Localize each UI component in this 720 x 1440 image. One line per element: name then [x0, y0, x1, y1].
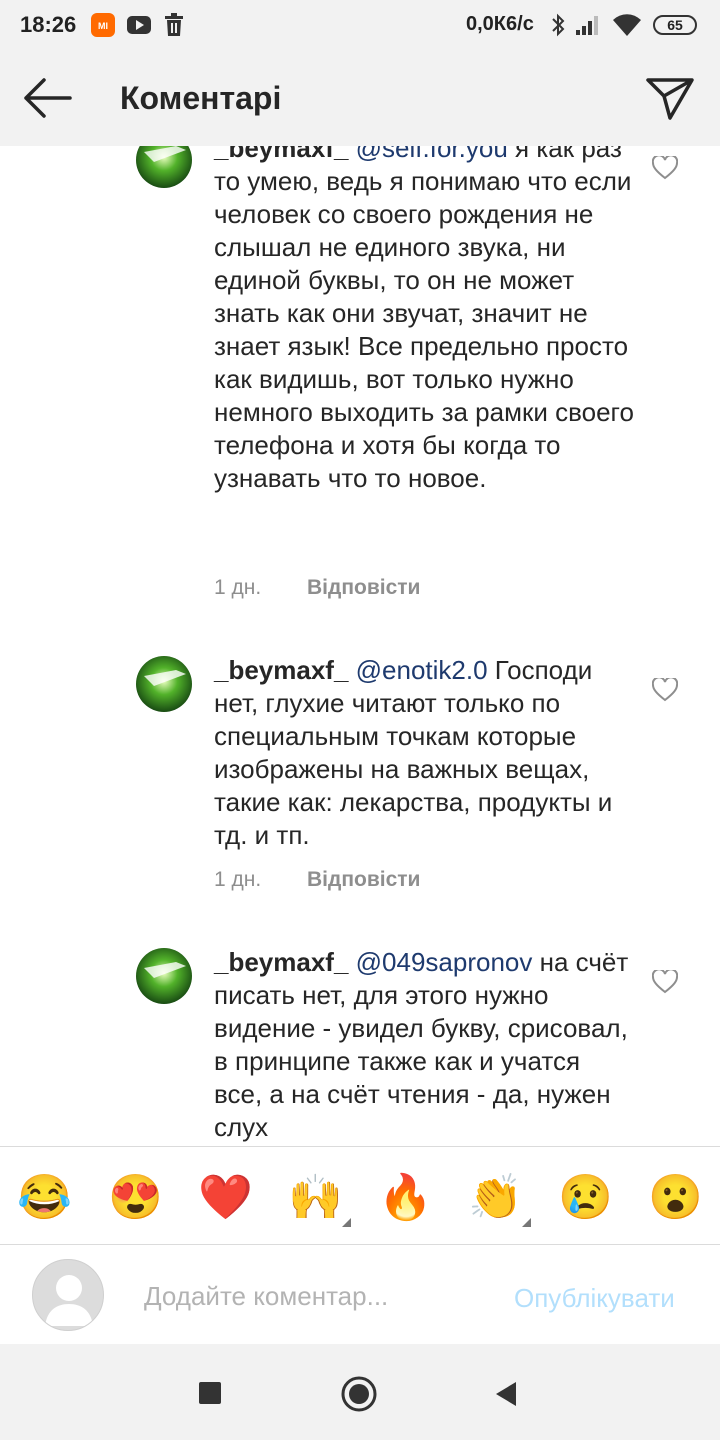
bluetooth-icon	[550, 13, 566, 42]
comment-mention[interactable]: @049sapronov	[356, 947, 533, 977]
mi-icon: MI	[90, 12, 116, 43]
emoji-laughing-icon[interactable]: 😂	[17, 1171, 72, 1225]
battery-level: 65	[667, 17, 683, 33]
back-triangle-icon[interactable]	[494, 1381, 518, 1412]
comment-mention[interactable]: @self.for.you	[356, 146, 508, 163]
wifi-icon	[611, 12, 643, 43]
comment-time: 1 дн.	[214, 576, 262, 599]
heart-icon	[651, 968, 679, 994]
avatar[interactable]	[136, 948, 192, 1004]
youtube-icon	[126, 14, 152, 41]
comments-list: _beymaxf_ @self.for.you я как раз то уме…	[0, 146, 720, 1146]
emoji-heart-eyes-icon[interactable]: 😍	[108, 1171, 163, 1225]
share-button[interactable]	[644, 74, 696, 122]
paper-plane-icon	[646, 78, 694, 120]
comment-mention[interactable]: @enotik2.0	[356, 655, 488, 685]
comment-body: я как раз то умею, ведь я понимаю что ес…	[214, 146, 634, 493]
home-circle-icon[interactable]	[340, 1375, 378, 1418]
comment-input[interactable]	[144, 1277, 484, 1315]
comment-text: _beymaxf_ @self.for.you я как раз то уме…	[214, 146, 634, 495]
battery-icon: 65	[653, 15, 697, 35]
comment-composer: Опублікувати	[0, 1244, 720, 1345]
like-button[interactable]	[651, 968, 679, 994]
emoji-clapping-icon[interactable]: 👏	[468, 1171, 523, 1225]
skin-tone-indicator-icon	[522, 1218, 531, 1227]
skin-tone-indicator-icon	[342, 1218, 351, 1227]
trash-icon	[163, 13, 185, 42]
comment-username[interactable]: _beymaxf_	[214, 146, 348, 163]
comment-time: 1 дн.	[214, 868, 262, 891]
status-time: 18:26	[20, 12, 77, 37]
status-bar: 18:26 MI 0,0К6/c 65	[0, 0, 720, 50]
comment-text: _beymaxf_ @enotik2.0 Господи нет, глухие…	[214, 654, 634, 852]
comment-text: _beymaxf_ @049sapronov на счёт писать не…	[214, 946, 634, 1144]
emoji-quick-reactions: 😂 😍 ❤️ 🙌 🔥 👏 😢 😮	[0, 1146, 720, 1245]
page-title: Коментарі	[120, 80, 282, 116]
reply-button[interactable]: Відповісти	[307, 868, 420, 892]
comment-username[interactable]: _beymaxf_	[214, 655, 348, 685]
heart-icon	[651, 154, 679, 180]
avatar	[32, 1259, 104, 1331]
emoji-surprised-icon[interactable]: 😮	[648, 1171, 703, 1225]
recents-square-icon[interactable]	[198, 1381, 222, 1410]
system-nav-bar	[0, 1344, 720, 1440]
svg-text:MI: MI	[98, 21, 108, 31]
like-button[interactable]	[651, 154, 679, 180]
emoji-crying-icon[interactable]: 😢	[558, 1171, 613, 1225]
emoji-red-heart-icon[interactable]: ❤️	[198, 1171, 253, 1225]
emoji-fire-icon[interactable]: 🔥	[378, 1171, 433, 1225]
avatar[interactable]	[136, 656, 192, 712]
publish-button[interactable]: Опублікувати	[514, 1283, 675, 1314]
avatar[interactable]	[136, 146, 192, 188]
heart-icon	[651, 676, 679, 702]
back-button[interactable]	[20, 76, 76, 120]
signal-icon	[574, 14, 602, 41]
comment-username[interactable]: _beymaxf_	[214, 947, 348, 977]
network-speed: 0,0К6/c	[466, 13, 534, 35]
like-button[interactable]	[651, 676, 679, 702]
default-user-icon	[45, 1275, 93, 1326]
reply-button[interactable]: Відповісти	[307, 576, 420, 600]
arrow-left-icon	[24, 78, 72, 118]
app-header: Коментарі	[0, 50, 720, 146]
emoji-raised-hands-icon[interactable]: 🙌	[288, 1171, 343, 1225]
